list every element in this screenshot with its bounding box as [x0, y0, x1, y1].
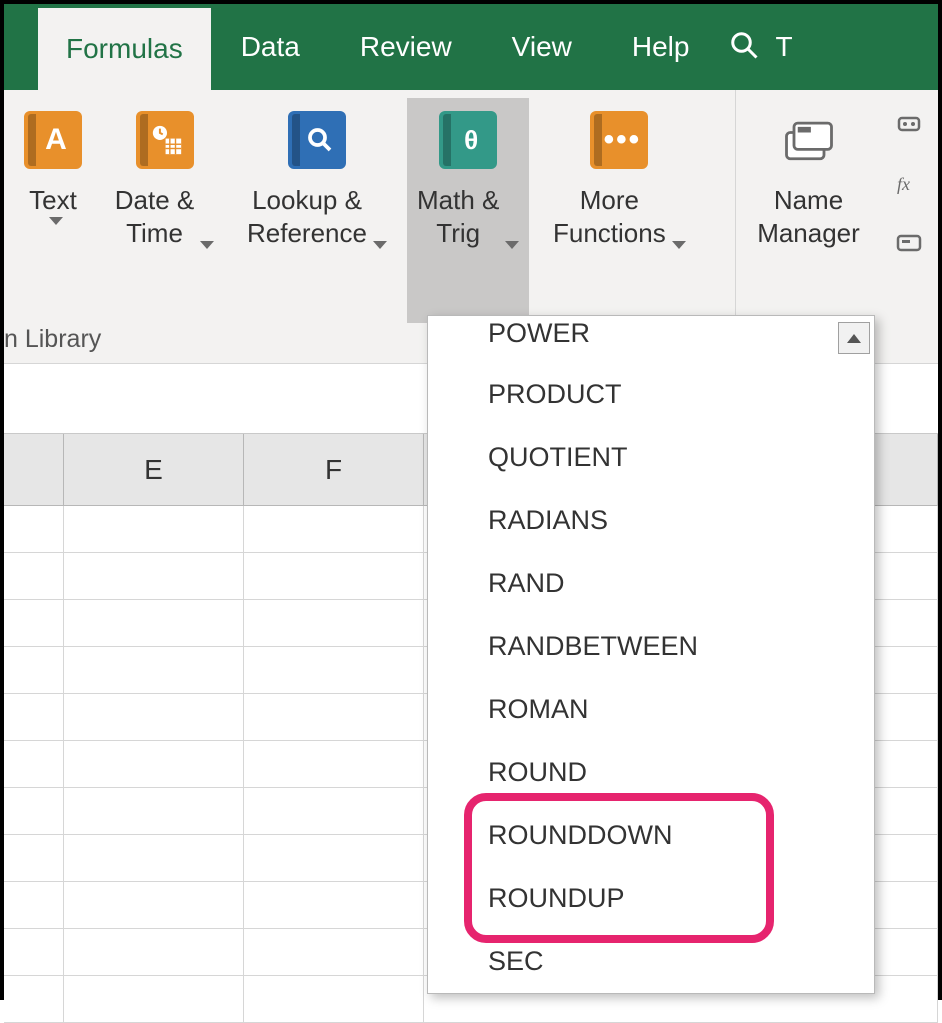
ribbon-morefunctions-button[interactable]: ••• More Functions — [529, 98, 709, 323]
tab-review[interactable]: Review — [330, 4, 482, 90]
menu-item-power[interactable]: POWER — [428, 316, 874, 363]
tab-formulas-label: Formulas — [66, 33, 183, 65]
ribbon-tabbar: Formulas Data Review View Help T — [4, 4, 938, 90]
lookup-functions-icon — [285, 108, 349, 172]
ribbon-datetime-button[interactable]: Date & Time — [102, 98, 227, 323]
menu-item-rounddown[interactable]: ROUNDDOWN — [428, 804, 874, 867]
use-in-formula-icon[interactable]: fx — [895, 170, 927, 204]
tell-me-label: T — [775, 31, 792, 63]
text-functions-icon: A — [21, 108, 85, 172]
column-header-F[interactable]: F — [244, 434, 424, 505]
tab-help-label: Help — [632, 31, 690, 63]
chevron-down-icon — [373, 241, 387, 249]
ribbon-side-icons: fx — [881, 90, 927, 363]
tab-view-label: View — [512, 31, 572, 63]
tab-review-label: Review — [360, 31, 452, 63]
menu-scroll-up-button[interactable] — [838, 322, 870, 354]
mathtrig-dropdown-menu: POWER PRODUCT QUOTIENT RADIANS RAND RAND… — [427, 315, 875, 994]
ribbon-mathtrig-button[interactable]: θ Math & Trig — [407, 98, 529, 323]
tab-formulas[interactable]: Formulas — [38, 4, 211, 90]
chevron-down-icon — [672, 241, 686, 249]
menu-item-rand[interactable]: RAND — [428, 552, 874, 615]
column-header-E[interactable]: E — [64, 434, 244, 505]
chevron-down-icon — [200, 241, 214, 249]
ribbon-lookup-button[interactable]: Lookup & Reference — [227, 98, 407, 323]
ribbon-morefunctions-label: More Functions — [553, 184, 666, 249]
menu-item-radians[interactable]: RADIANS — [428, 489, 874, 552]
chevron-down-icon — [49, 217, 63, 225]
svg-text:fx: fx — [897, 174, 910, 194]
menu-item-sec[interactable]: SEC — [428, 930, 874, 993]
search-icon — [729, 30, 759, 65]
datetime-functions-icon — [133, 108, 197, 172]
ribbon-name-manager-button[interactable]: Name Manager — [736, 98, 881, 323]
tab-data-label: Data — [241, 31, 300, 63]
row-header-stub — [4, 434, 64, 505]
menu-item-roundup[interactable]: ROUNDUP — [428, 867, 874, 930]
name-manager-icon — [777, 108, 841, 172]
tab-view[interactable]: View — [482, 4, 602, 90]
menu-item-randbetween[interactable]: RANDBETWEEN — [428, 615, 874, 678]
morefunctions-icon: ••• — [587, 108, 651, 172]
tell-me-search[interactable]: T — [729, 30, 792, 65]
mathtrig-functions-icon: θ — [436, 108, 500, 172]
chevron-up-icon — [847, 334, 861, 343]
tab-data[interactable]: Data — [211, 4, 330, 90]
menu-item-roman[interactable]: ROMAN — [428, 678, 874, 741]
create-from-selection-icon[interactable] — [895, 230, 927, 264]
ribbon-mathtrig-label: Math & Trig — [417, 184, 499, 249]
menu-item-round[interactable]: ROUND — [428, 741, 874, 804]
menu-item-quotient[interactable]: QUOTIENT — [428, 426, 874, 489]
define-name-icon[interactable] — [895, 110, 927, 144]
tab-help[interactable]: Help — [602, 4, 720, 90]
ribbon-text-label: Text — [29, 184, 77, 217]
menu-item-product[interactable]: PRODUCT — [428, 363, 874, 426]
ribbon-datetime-label: Date & Time — [115, 184, 195, 249]
chevron-down-icon — [505, 241, 519, 249]
ribbon-lookup-label: Lookup & Reference — [247, 184, 367, 249]
ribbon-namemgr-label: Name Manager — [757, 184, 860, 249]
ribbon-text-button[interactable]: A Text — [4, 98, 102, 323]
